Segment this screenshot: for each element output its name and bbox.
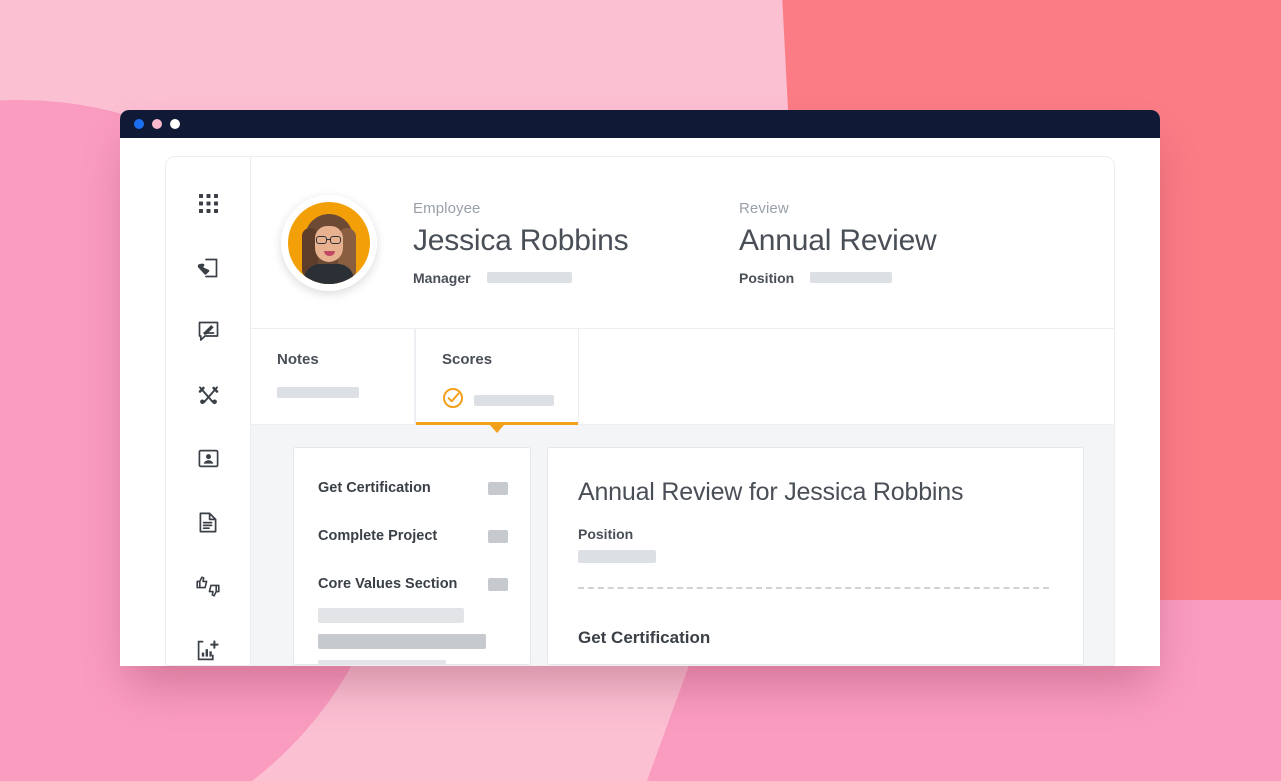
window-titlebar [120, 110, 1160, 138]
sidebar-item-documents[interactable] [193, 508, 223, 538]
comment-edit-icon [198, 321, 219, 342]
avatar-photo [288, 201, 370, 284]
tab-notes[interactable]: Notes [251, 329, 415, 424]
review-position-value-placeholder [810, 272, 893, 283]
list-placeholder-bar [318, 660, 446, 665]
chart-add-icon [197, 640, 219, 661]
detail-position-label: Position [578, 526, 634, 542]
tab-notes-meta [277, 387, 414, 398]
review-name: Annual Review [739, 223, 937, 257]
tab-scores-meta [442, 387, 578, 414]
list-placeholder-bar [318, 634, 486, 649]
avatar [281, 194, 377, 291]
avatar-face [315, 225, 343, 262]
sidebar-item-directory[interactable] [193, 444, 223, 474]
document-icon [198, 512, 218, 533]
tab-scores-active-caret [490, 425, 504, 433]
grid-apps-icon [198, 194, 218, 214]
screenshot-root: Employee Jessica Robbins Manager Review … [0, 0, 1281, 781]
employee-manager-value-placeholder [486, 272, 572, 283]
review-position-row: Position [739, 270, 937, 286]
traffic-light-blue[interactable] [134, 119, 144, 129]
list-item[interactable]: Complete Project [318, 528, 508, 544]
employee-label: Employee [413, 199, 481, 217]
list-item[interactable]: Get Certification [318, 480, 508, 496]
tab-scores-label: Scores [442, 351, 493, 368]
traffic-light-pink[interactable] [152, 119, 162, 129]
goal-score-chip [488, 481, 508, 495]
traffic-light-white[interactable] [170, 119, 180, 129]
detail-position-value-placeholder [578, 550, 656, 563]
tab-notes-value-placeholder [277, 387, 359, 398]
browser-viewport: Employee Jessica Robbins Manager Review … [120, 138, 1160, 666]
sidebar-rail [166, 157, 251, 665]
goal-name: Complete Project [318, 528, 438, 544]
goal-name: Core Values Section [318, 576, 458, 592]
review-position-label: Position [739, 269, 795, 286]
detail-divider [578, 587, 1049, 589]
tab-scores-value-placeholder [474, 395, 554, 406]
list-placeholder-bar [318, 608, 464, 623]
employee-name: Jessica Robbins [413, 223, 629, 257]
sidebar-item-select[interactable] [193, 253, 223, 283]
sidebar-item-reports[interactable] [193, 635, 223, 665]
sidebar-item-apps[interactable] [193, 189, 223, 219]
page-title: Annual Review for Jessica Robbins [578, 478, 964, 506]
review-detail-panel: Annual Review for Jessica Robbins Positi… [547, 447, 1084, 665]
sidebar-item-feedback[interactable] [193, 317, 223, 347]
avatar-shoulders [304, 263, 354, 284]
thumbs-up-down-icon [196, 576, 220, 597]
detail-section-title: Get Certification [578, 628, 711, 647]
review-label: Review [739, 199, 789, 217]
goal-name: Get Certification [318, 480, 431, 496]
avatar-glasses-right [330, 235, 341, 244]
tab-bar: Notes Scores [251, 329, 1114, 433]
app-card: Employee Jessica Robbins Manager Review … [165, 156, 1115, 666]
sidebar-item-reviews[interactable] [193, 572, 223, 602]
contact-card-icon [198, 448, 219, 469]
tab-scores[interactable]: Scores [415, 329, 579, 433]
goal-score-chip [488, 577, 508, 591]
main-column: Employee Jessica Robbins Manager Review … [251, 157, 1114, 665]
sidebar-item-tools[interactable] [193, 380, 223, 410]
avatar-glasses-bridge [327, 238, 330, 240]
profile-header: Employee Jessica Robbins Manager Review … [251, 157, 1114, 329]
browser-window: Employee Jessica Robbins Manager Review … [120, 110, 1160, 666]
employee-manager-row: Manager [413, 270, 713, 286]
list-item[interactable]: Core Values Section [318, 576, 508, 592]
goal-score-chip [488, 529, 508, 543]
employee-manager-label: Manager [413, 269, 471, 286]
avatar-glasses-left [316, 235, 327, 244]
review-block: Review Annual Review Position [739, 200, 937, 286]
tools-icon [198, 385, 219, 406]
tab-notes-label: Notes [277, 351, 319, 368]
goal-list-panel: Get Certification Complete Project Core … [293, 447, 531, 665]
check-circle-icon [442, 387, 464, 414]
tab-bar-filler [579, 329, 1114, 424]
content-area: Get Certification Complete Project Core … [251, 425, 1114, 665]
hand-select-icon [197, 257, 219, 279]
employee-block: Employee Jessica Robbins Manager [413, 200, 713, 286]
